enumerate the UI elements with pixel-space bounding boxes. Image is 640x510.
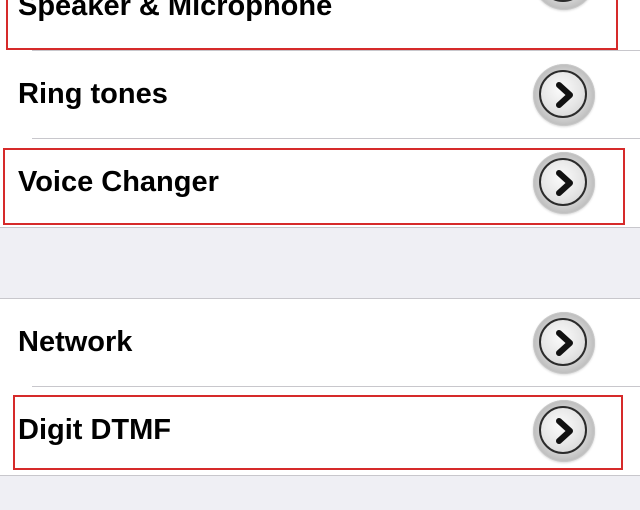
chevron-right-icon[interactable] [533,0,595,10]
row-label: Digit DTMF [18,414,172,446]
row-label: Ring tones [18,78,168,110]
row-digit-dtmf[interactable]: Digit DTMF [0,387,640,474]
row-network[interactable]: Network [0,299,640,386]
chevron-right-icon[interactable] [533,64,595,126]
row-label: Network [18,326,133,358]
row-label: Speaker & Microphone [18,0,333,22]
chevron-right-icon[interactable] [533,400,595,462]
row-voice-changer[interactable]: Voice Changer [0,139,640,226]
settings-group-2: Network Digit DTMF [0,298,640,476]
row-label: Voice Changer [18,166,219,198]
chevron-right-icon[interactable] [533,312,595,374]
row-speaker-microphone[interactable]: Speaker & Microphone [0,0,640,50]
chevron-right-icon[interactable] [533,152,595,214]
settings-group-1: Speaker & Microphone Ring tones Voice Ch… [0,0,640,228]
row-ring-tones[interactable]: Ring tones [0,51,640,138]
